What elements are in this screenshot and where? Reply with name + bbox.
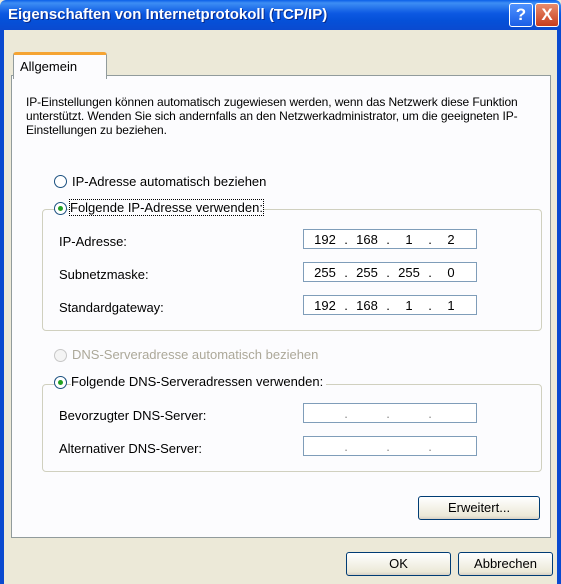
help-icon[interactable]: ? bbox=[509, 3, 533, 27]
octet-separator: . bbox=[386, 406, 390, 421]
ip-manual-radio[interactable] bbox=[54, 202, 67, 215]
window-frame-left bbox=[0, 30, 4, 584]
description-text: IP-Einstellungen können automatisch zuge… bbox=[26, 95, 518, 137]
close-icon[interactable]: X bbox=[535, 3, 559, 27]
octet-separator: . bbox=[386, 298, 390, 313]
octet-separator: . bbox=[386, 232, 390, 247]
dns-manual-radio[interactable] bbox=[54, 376, 67, 389]
octet: 1 bbox=[447, 298, 455, 313]
alternate-dns-label: Alternativer DNS-Server: bbox=[59, 441, 203, 456]
subnet-mask-field[interactable]: 255 . 255 . 255 . 0 bbox=[303, 262, 477, 282]
alternate-dns-field[interactable]: . . . bbox=[303, 436, 477, 456]
ip-address-label: IP-Adresse: bbox=[59, 234, 127, 249]
octet-separator: . bbox=[386, 439, 390, 454]
octet-separator: . bbox=[386, 265, 390, 280]
dns-auto-radio[interactable] bbox=[54, 349, 67, 362]
octet-separator: . bbox=[344, 406, 348, 421]
dns-manual-label[interactable]: Folgende DNS-Serveradressen verwenden: bbox=[71, 374, 327, 389]
octet-separator: . bbox=[344, 232, 348, 247]
subnet-mask-label: Subnetzmaske: bbox=[59, 267, 149, 282]
tcpip-properties-dialog: Eigenschaften von Internetprotokoll (TCP… bbox=[0, 0, 561, 584]
window-frame-right bbox=[557, 30, 561, 584]
dns-auto-label[interactable]: DNS-Serveradresse automatisch beziehen bbox=[72, 347, 318, 362]
default-gateway-field[interactable]: 192 . 168 . 1 . 1 bbox=[303, 295, 477, 315]
title-bar[interactable]: Eigenschaften von Internetprotokoll (TCP… bbox=[0, 0, 561, 30]
window-title: Eigenschaften von Internetprotokoll (TCP… bbox=[8, 6, 328, 23]
octet-separator: . bbox=[344, 439, 348, 454]
octet: 255 bbox=[398, 265, 420, 280]
tab-allgemein[interactable]: Allgemein bbox=[13, 52, 107, 79]
dns-groupbox bbox=[42, 384, 542, 472]
octet: 1 bbox=[405, 232, 413, 247]
preferred-dns-field[interactable]: . . . bbox=[303, 403, 477, 423]
ip-auto-radio[interactable] bbox=[54, 175, 67, 188]
advanced-button[interactable]: Erweitert... bbox=[418, 496, 540, 520]
octet: 0 bbox=[447, 265, 455, 280]
octet: 168 bbox=[356, 298, 378, 313]
ip-manual-label[interactable]: Folgende IP-Adresse verwenden: bbox=[69, 199, 264, 216]
preferred-dns-label: Bevorzugter DNS-Server: bbox=[59, 408, 207, 423]
octet-separator: . bbox=[344, 298, 348, 313]
ok-button[interactable]: OK bbox=[346, 552, 451, 576]
octet: 168 bbox=[356, 232, 378, 247]
octet: 1 bbox=[405, 298, 413, 313]
tab-label: Allgemein bbox=[20, 59, 78, 74]
octet-separator: . bbox=[344, 265, 348, 280]
octet-separator: . bbox=[428, 232, 432, 247]
octet: 2 bbox=[447, 232, 455, 247]
octet: 255 bbox=[356, 265, 378, 280]
default-gateway-label: Standardgateway: bbox=[59, 300, 164, 315]
ip-auto-label[interactable]: IP-Adresse automatisch beziehen bbox=[72, 174, 266, 189]
octet: 255 bbox=[314, 265, 336, 280]
octet-separator: . bbox=[428, 406, 432, 421]
octet: 192 bbox=[314, 298, 336, 313]
ip-address-field[interactable]: 192 . 168 . 1 . 2 bbox=[303, 229, 477, 249]
octet: 192 bbox=[314, 232, 336, 247]
octet-separator: . bbox=[428, 439, 432, 454]
octet-separator: . bbox=[428, 265, 432, 280]
cancel-button[interactable]: Abbrechen bbox=[458, 552, 553, 576]
octet-separator: . bbox=[428, 298, 432, 313]
